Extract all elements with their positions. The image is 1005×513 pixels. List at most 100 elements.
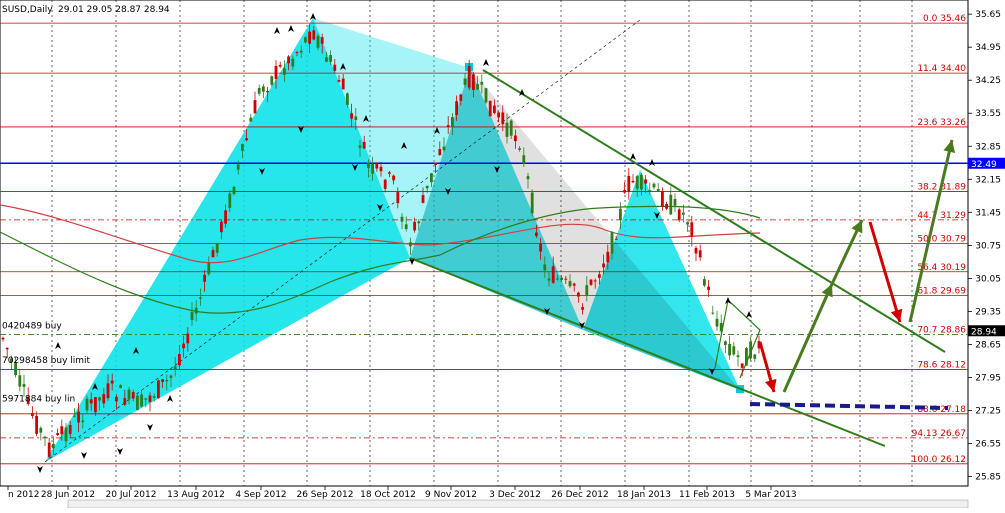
candle-body bbox=[572, 283, 576, 286]
candle-body bbox=[577, 292, 580, 297]
candle-body bbox=[337, 80, 341, 82]
date-tick-label: 4 Sep 2012 bbox=[235, 490, 286, 500]
candle-body bbox=[148, 395, 152, 402]
candle-body bbox=[316, 35, 320, 48]
candle-body bbox=[635, 176, 639, 189]
candle-body bbox=[115, 396, 118, 402]
candle-body bbox=[509, 120, 513, 136]
candle-body bbox=[711, 312, 715, 314]
candle-body bbox=[89, 399, 93, 404]
candle-body bbox=[136, 395, 139, 411]
candle-body bbox=[31, 413, 34, 416]
candle-body bbox=[186, 333, 190, 344]
candle-body bbox=[602, 263, 605, 268]
candle-body bbox=[236, 164, 240, 170]
candle-body bbox=[476, 84, 479, 90]
candle-body bbox=[123, 398, 127, 405]
price-tick-label: 31.45 bbox=[975, 208, 1001, 218]
fib-level-label: 78.6 28.12 bbox=[917, 360, 966, 370]
candle-body bbox=[119, 385, 122, 389]
candle-body bbox=[350, 113, 353, 119]
candle-body bbox=[690, 222, 694, 237]
candle-body bbox=[724, 341, 727, 346]
candle-body bbox=[194, 307, 198, 314]
candle-body bbox=[169, 375, 173, 378]
candle-body bbox=[484, 88, 488, 103]
candle-body bbox=[60, 426, 64, 435]
candle-body bbox=[274, 65, 278, 79]
candle-body bbox=[215, 242, 219, 253]
candle-body bbox=[547, 278, 551, 281]
date-tick-label: 20 Jul 2012 bbox=[106, 490, 157, 500]
candle-body bbox=[648, 190, 652, 192]
candle-body bbox=[358, 145, 362, 148]
candle-body bbox=[362, 142, 366, 149]
candle-body bbox=[409, 242, 412, 247]
candle-body bbox=[459, 94, 463, 101]
candle-body bbox=[383, 179, 387, 189]
candle-body bbox=[505, 122, 509, 137]
candle-body bbox=[442, 146, 446, 151]
candle-body bbox=[77, 411, 80, 423]
date-tick-label: 11 Feb 2013 bbox=[679, 490, 735, 500]
candle-body bbox=[728, 344, 731, 356]
candle-body bbox=[333, 64, 337, 71]
order-label-buy: 0420489 buy bbox=[2, 322, 62, 332]
candle-body bbox=[446, 125, 450, 127]
candle-body bbox=[161, 379, 164, 382]
candle-body bbox=[589, 279, 593, 285]
candle-body bbox=[652, 183, 656, 188]
fib-level-label: 0.0 35.46 bbox=[923, 14, 966, 24]
candle-body bbox=[52, 443, 55, 449]
candle-body bbox=[417, 221, 421, 224]
candle-body bbox=[1, 337, 5, 340]
candle-body bbox=[157, 380, 160, 399]
price-chart: 0.0 35.4611.4 34.4023.6 33.2638.2 31.894… bbox=[0, 0, 1005, 509]
candle-body bbox=[140, 394, 143, 407]
candle-body bbox=[241, 144, 244, 151]
candle-body bbox=[522, 155, 526, 164]
candle-body bbox=[526, 176, 530, 180]
candle-body bbox=[619, 208, 622, 220]
candle-body bbox=[623, 190, 626, 193]
candle-body bbox=[371, 163, 374, 174]
fib-level-label: 44.7 31.29 bbox=[917, 211, 966, 221]
fib-level-label: 11.4 34.40 bbox=[917, 64, 966, 74]
candle-body bbox=[199, 297, 202, 299]
candle-body bbox=[228, 193, 232, 208]
candle-body bbox=[312, 30, 316, 40]
current-price-label: 28.94 bbox=[971, 327, 997, 337]
candle-body bbox=[719, 322, 723, 332]
candle-body bbox=[127, 389, 131, 400]
candle-body bbox=[400, 216, 404, 222]
candle-body bbox=[736, 355, 740, 358]
candle-body bbox=[661, 191, 664, 207]
candle-body bbox=[106, 383, 110, 399]
candle-body bbox=[207, 263, 211, 275]
candle-body bbox=[568, 281, 572, 287]
candle-body bbox=[190, 311, 194, 321]
candle-body bbox=[287, 56, 290, 64]
candle-body bbox=[677, 209, 681, 221]
date-tick-label: 13 Aug 2012 bbox=[167, 490, 225, 500]
price-tick-label: 30.75 bbox=[975, 241, 1001, 251]
horizontal-scrollbar[interactable] bbox=[67, 499, 969, 509]
candle-body bbox=[388, 172, 391, 174]
candle-body bbox=[320, 37, 324, 44]
candle-body bbox=[715, 318, 719, 327]
candle-body bbox=[425, 185, 429, 189]
candle-body bbox=[152, 396, 156, 398]
candle-body bbox=[610, 232, 614, 254]
candle-body bbox=[551, 266, 555, 283]
candle-body bbox=[593, 280, 597, 282]
candle-body bbox=[614, 238, 618, 240]
candle-body bbox=[325, 57, 328, 62]
candle-body bbox=[329, 55, 332, 62]
candle-body bbox=[480, 81, 484, 85]
chart-window: 0.0 35.46 11.4 34.40 23.6 33.26 38.2 31.89 4… bbox=[0, 0, 1005, 509]
fib-level-label: 50.0 30.79 bbox=[917, 234, 966, 244]
candle-body bbox=[299, 50, 303, 53]
fib-level-label: 94.13 26.67 bbox=[912, 429, 966, 439]
candle-body bbox=[278, 64, 282, 67]
candle-body bbox=[253, 100, 257, 114]
